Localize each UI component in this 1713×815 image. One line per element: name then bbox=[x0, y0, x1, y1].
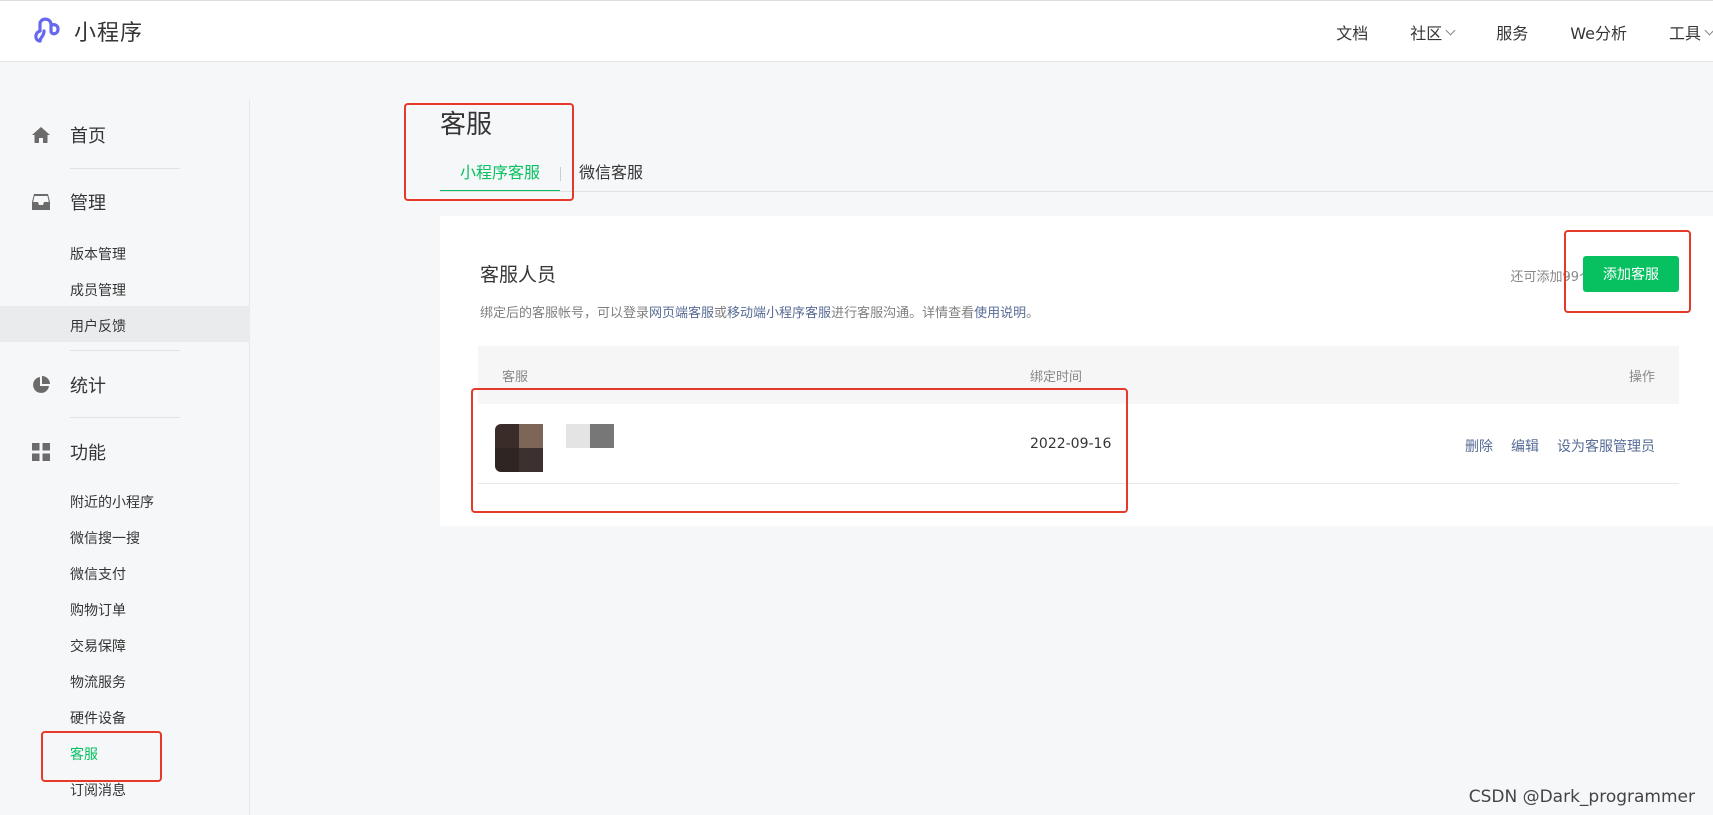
mobile-service-link[interactable]: 移动端小程序客服 bbox=[727, 306, 831, 321]
miniprogram-logo-icon bbox=[34, 17, 60, 43]
grid-icon bbox=[30, 441, 52, 463]
usage-guide-link[interactable]: 使用说明 bbox=[974, 306, 1026, 321]
desc-text: 。 bbox=[1026, 306, 1040, 321]
nav-tools-label: 工具 bbox=[1668, 24, 1701, 43]
annotation-box-sidebar bbox=[41, 731, 162, 782]
sidebar-item-logistics[interactable]: 物流服务 bbox=[70, 672, 126, 692]
nav-tools[interactable]: 工具 bbox=[1669, 20, 1713, 44]
sidebar-item-nearby[interactable]: 附近的小程序 bbox=[70, 492, 154, 512]
annotation-box-add-button bbox=[1564, 230, 1691, 313]
sidebar-item-member-manage[interactable]: 成员管理 bbox=[70, 280, 126, 300]
desc-text: 或 bbox=[714, 306, 728, 321]
sidebar-item-features[interactable]: 功能 bbox=[30, 439, 106, 465]
annotation-box-row bbox=[471, 388, 1128, 513]
col-header-actions: 操作 bbox=[1628, 370, 1655, 385]
sidebar-divider bbox=[70, 417, 180, 418]
nav-services-label: 服务 bbox=[1496, 24, 1529, 43]
sidebar-item-stats-label: 统计 bbox=[70, 376, 106, 397]
sidebar: 首页 管理 版本管理 成员管理 用户反馈 统计 功能 附近的小程序 微信搜一搜 … bbox=[0, 100, 250, 815]
sidebar-item-wechat-pay[interactable]: 微信支付 bbox=[70, 564, 126, 584]
col-header-agent: 客服 bbox=[502, 370, 529, 385]
nav-docs-label: 文档 bbox=[1336, 24, 1369, 43]
inbox-icon bbox=[30, 191, 52, 213]
annotation-box-title bbox=[404, 103, 574, 201]
chevron-down-icon bbox=[1445, 25, 1456, 35]
delete-link[interactable]: 删除 bbox=[1465, 436, 1493, 456]
card-title: 客服人员 bbox=[480, 264, 557, 286]
nav-community[interactable]: 社区 bbox=[1410, 20, 1456, 44]
logo-text: 小程序 bbox=[74, 21, 144, 46]
sidebar-item-hardware[interactable]: 硬件设备 bbox=[70, 708, 126, 728]
nav-services[interactable]: 服务 bbox=[1496, 20, 1528, 44]
logo[interactable]: 小程序 bbox=[32, 15, 143, 47]
pie-chart-icon bbox=[30, 374, 52, 396]
sidebar-item-manage-label: 管理 bbox=[70, 193, 106, 214]
sidebar-item-wechat-search[interactable]: 微信搜一搜 bbox=[70, 528, 140, 548]
nav-we-analytics-label: We分析 bbox=[1570, 24, 1627, 43]
tab-underline-divider bbox=[440, 191, 1713, 192]
home-icon bbox=[30, 124, 52, 146]
watermark: CSDN @Dark_programmer bbox=[1468, 787, 1695, 807]
card-description: 绑定后的客服帐号，可以登录网页端客服或移动端小程序客服进行客服沟通。详情查看使用… bbox=[480, 302, 1039, 321]
row-actions: 删除 编辑 设为客服管理员 bbox=[1447, 436, 1655, 456]
sidebar-item-manage[interactable]: 管理 bbox=[30, 189, 106, 215]
sidebar-divider bbox=[70, 168, 180, 169]
desc-text: 进行客服沟通。详情查看 bbox=[831, 306, 975, 321]
nav-we-analytics[interactable]: We分析 bbox=[1570, 20, 1627, 44]
col-header-bind-time: 绑定时间 bbox=[1030, 370, 1083, 385]
top-bar: 小程序 文档 社区 服务 We分析 工具 bbox=[0, 0, 1713, 62]
sidebar-item-shopping-orders[interactable]: 购物订单 bbox=[70, 600, 126, 620]
top-nav: 文档 社区 服务 We分析 工具 bbox=[1294, 1, 1713, 63]
nav-docs[interactable]: 文档 bbox=[1336, 20, 1368, 44]
sidebar-divider bbox=[70, 350, 180, 351]
desc-text: 绑定后的客服帐号，可以登录 bbox=[480, 306, 650, 321]
sidebar-item-home[interactable]: 首页 bbox=[30, 122, 106, 148]
sidebar-item-subscribe-message[interactable]: 订阅消息 bbox=[70, 780, 126, 800]
sidebar-item-user-feedback[interactable]: 用户反馈 bbox=[70, 316, 126, 336]
nav-community-label: 社区 bbox=[1410, 24, 1443, 43]
tab-wechat-service[interactable]: 微信客服 bbox=[561, 160, 663, 192]
chevron-down-icon bbox=[1704, 25, 1713, 35]
sidebar-item-stats[interactable]: 统计 bbox=[30, 372, 106, 398]
web-service-link[interactable]: 网页端客服 bbox=[649, 306, 714, 321]
edit-link[interactable]: 编辑 bbox=[1511, 436, 1539, 456]
sidebar-item-version-manage[interactable]: 版本管理 bbox=[70, 244, 126, 264]
sidebar-item-trade-guarantee[interactable]: 交易保障 bbox=[70, 636, 126, 656]
set-admin-link[interactable]: 设为客服管理员 bbox=[1557, 436, 1655, 456]
sidebar-item-features-label: 功能 bbox=[70, 443, 106, 464]
sidebar-item-home-label: 首页 bbox=[70, 126, 106, 147]
